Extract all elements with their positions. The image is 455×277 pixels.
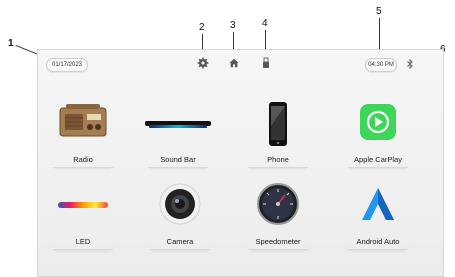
time-display[interactable]: 04:30 PM: [365, 58, 397, 72]
app-label: Apple CarPlay: [348, 155, 408, 168]
app-radio[interactable]: Radio: [38, 100, 128, 180]
radio-icon: [38, 100, 128, 152]
led-icon: [38, 182, 128, 234]
app-label: Android Auto: [348, 237, 408, 250]
carplay-icon: [333, 100, 423, 152]
callout-1: 1: [8, 38, 14, 49]
usb-icon[interactable]: [260, 57, 272, 69]
callout-3: 3: [230, 20, 236, 31]
speedometer-icon: [233, 182, 323, 234]
android-auto-icon: [333, 182, 423, 234]
date-display[interactable]: 01/17/2023: [46, 58, 88, 72]
bluetooth-icon[interactable]: [404, 58, 416, 70]
phone-icon: [233, 100, 323, 152]
app-label: Radio: [53, 155, 113, 168]
app-apple-carplay[interactable]: Apple CarPlay: [333, 100, 423, 180]
head-unit-screen: 01/17/2023 04:30 PM Radio Sound Bar Phon…: [37, 49, 444, 277]
app-label: Sound Bar: [148, 155, 208, 168]
app-label: Phone: [248, 155, 308, 168]
app-phone[interactable]: Phone: [233, 100, 323, 180]
callout-4: 4: [262, 18, 268, 29]
app-led[interactable]: LED: [38, 182, 128, 262]
settings-icon[interactable]: [197, 57, 209, 69]
app-sound-bar[interactable]: Sound Bar: [133, 100, 223, 180]
app-label: Camera: [150, 237, 210, 250]
app-camera[interactable]: Camera: [135, 182, 225, 262]
app-label: Speedometer: [248, 237, 308, 250]
app-speedometer[interactable]: Speedometer: [233, 182, 323, 262]
home-icon[interactable]: [228, 57, 240, 69]
app-label: LED: [53, 237, 113, 250]
camera-icon: [135, 182, 225, 234]
sound-bar-icon: [133, 100, 223, 152]
app-android-auto[interactable]: Android Auto: [333, 182, 423, 262]
callout-5: 5: [376, 6, 382, 17]
callout-2: 2: [199, 22, 205, 33]
